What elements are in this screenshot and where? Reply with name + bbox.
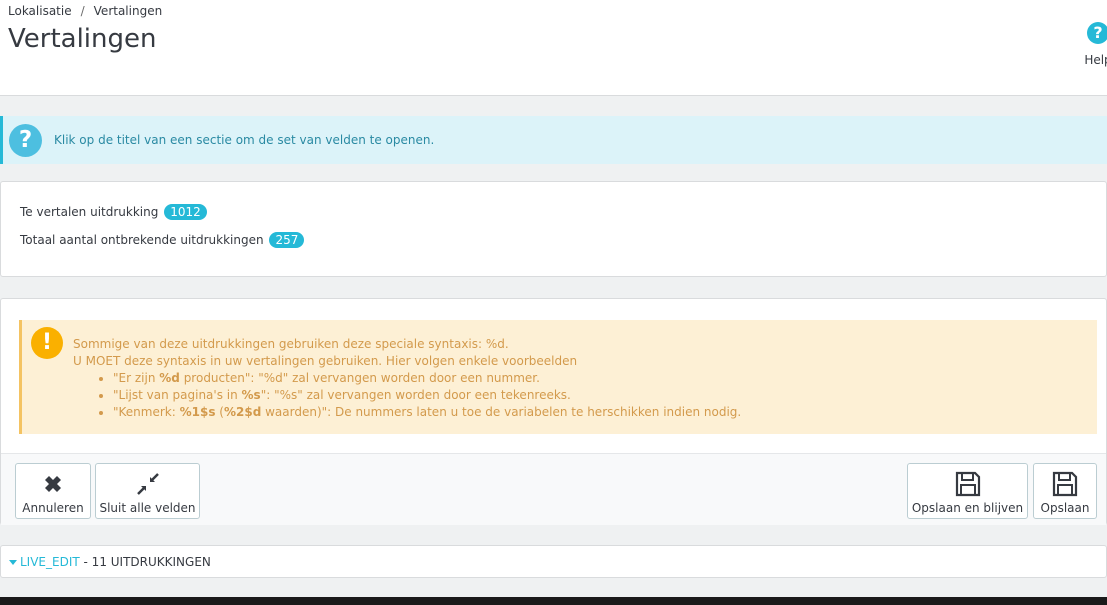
question-circle-icon: ?: [9, 124, 42, 157]
info-alert-text: Klik op de titel van een sectie om de se…: [54, 133, 435, 147]
translation-stats-panel: Te vertalen uitdrukking 1012 Totaal aant…: [0, 181, 1107, 277]
section-title-link[interactable]: LIVE_EDIT: [20, 555, 80, 569]
help-icon: ?: [1087, 22, 1107, 44]
cancel-label: Annuleren: [22, 501, 84, 515]
page-title: Vertalingen: [8, 24, 157, 54]
save-and-stay-label: Opslaan en blijven: [911, 501, 1024, 515]
close-icon: [45, 476, 61, 492]
breadcrumb-separator: /: [80, 4, 85, 18]
collapse-arrows-icon: [136, 473, 159, 495]
save-and-stay-button[interactable]: Opslaan en blijven: [907, 463, 1028, 519]
to-translate-badge: 1012: [164, 204, 207, 220]
info-alert: ? Klik op de titel van een sectie om de …: [0, 116, 1107, 164]
breadcrumb-parent-link[interactable]: Lokalisatie: [8, 4, 72, 18]
collapse-all-label: Sluit alle velden: [99, 501, 196, 515]
breadcrumb: Lokalisatie / Vertalingen: [8, 4, 162, 18]
help-label: Help: [1084, 53, 1107, 67]
floppy-disk-icon: [955, 471, 980, 497]
os-taskbar: [0, 597, 1107, 605]
cancel-button[interactable]: Annuleren: [15, 463, 91, 519]
warning-text: Sommige van deze uitdrukkingen gebruiken…: [73, 336, 741, 421]
save-label: Opslaan: [1040, 501, 1090, 515]
section-count: - 11 UITDRUKKINGEN: [79, 555, 211, 569]
breadcrumb-current: Vertalingen: [93, 4, 163, 18]
missing-label: Totaal aantal ontbrekende uitdrukkingen: [20, 233, 264, 247]
warning-examples-list: "Er zijn %d producten": "%d" zal vervang…: [113, 370, 741, 421]
warning-example-item: "Er zijn %d producten": "%d" zal vervang…: [113, 370, 741, 387]
save-button[interactable]: Opslaan: [1033, 463, 1097, 519]
floppy-disk-icon: [1052, 471, 1078, 497]
collapse-all-button[interactable]: Sluit alle velden: [95, 463, 200, 519]
missing-badge: 257: [269, 232, 305, 248]
translations-form-panel: ! Sommige van deze uitdrukkingen gebruik…: [0, 298, 1107, 525]
section-live-edit: LIVE_EDIT - 11 UITDRUKKINGEN: [0, 545, 1107, 578]
to-translate-label: Te vertalen uitdrukking: [20, 205, 159, 219]
warning-example-item: "Kenmerk: %1$s (%2$d waarden)": De numme…: [113, 404, 741, 421]
warning-example-item: "Lijst van pagina's in %s": "%s" zal ver…: [113, 387, 741, 404]
missing-row: Totaal aantal ontbrekende uitdrukkingen …: [20, 232, 305, 248]
warning-line-1: Sommige van deze uitdrukkingen gebruiken…: [73, 337, 509, 351]
syntax-warning-alert: ! Sommige van deze uitdrukkingen gebruik…: [19, 320, 1097, 434]
page-header: Lokalisatie / Vertalingen Vertalingen ? He…: [0, 0, 1107, 96]
help-button[interactable]: ? Help: [1078, 20, 1107, 67]
section-header[interactable]: LIVE_EDIT - 11 UITDRUKKINGEN: [9, 555, 211, 569]
warning-line-2: U MOET deze syntaxis in uw vertalingen g…: [73, 354, 578, 368]
form-toolbar: Annuleren Sluit alle velden Opslaan en b…: [1, 453, 1106, 525]
caret-down-icon: [9, 560, 17, 565]
to-translate-row: Te vertalen uitdrukking 1012: [20, 204, 207, 220]
exclamation-circle-icon: !: [31, 327, 63, 359]
